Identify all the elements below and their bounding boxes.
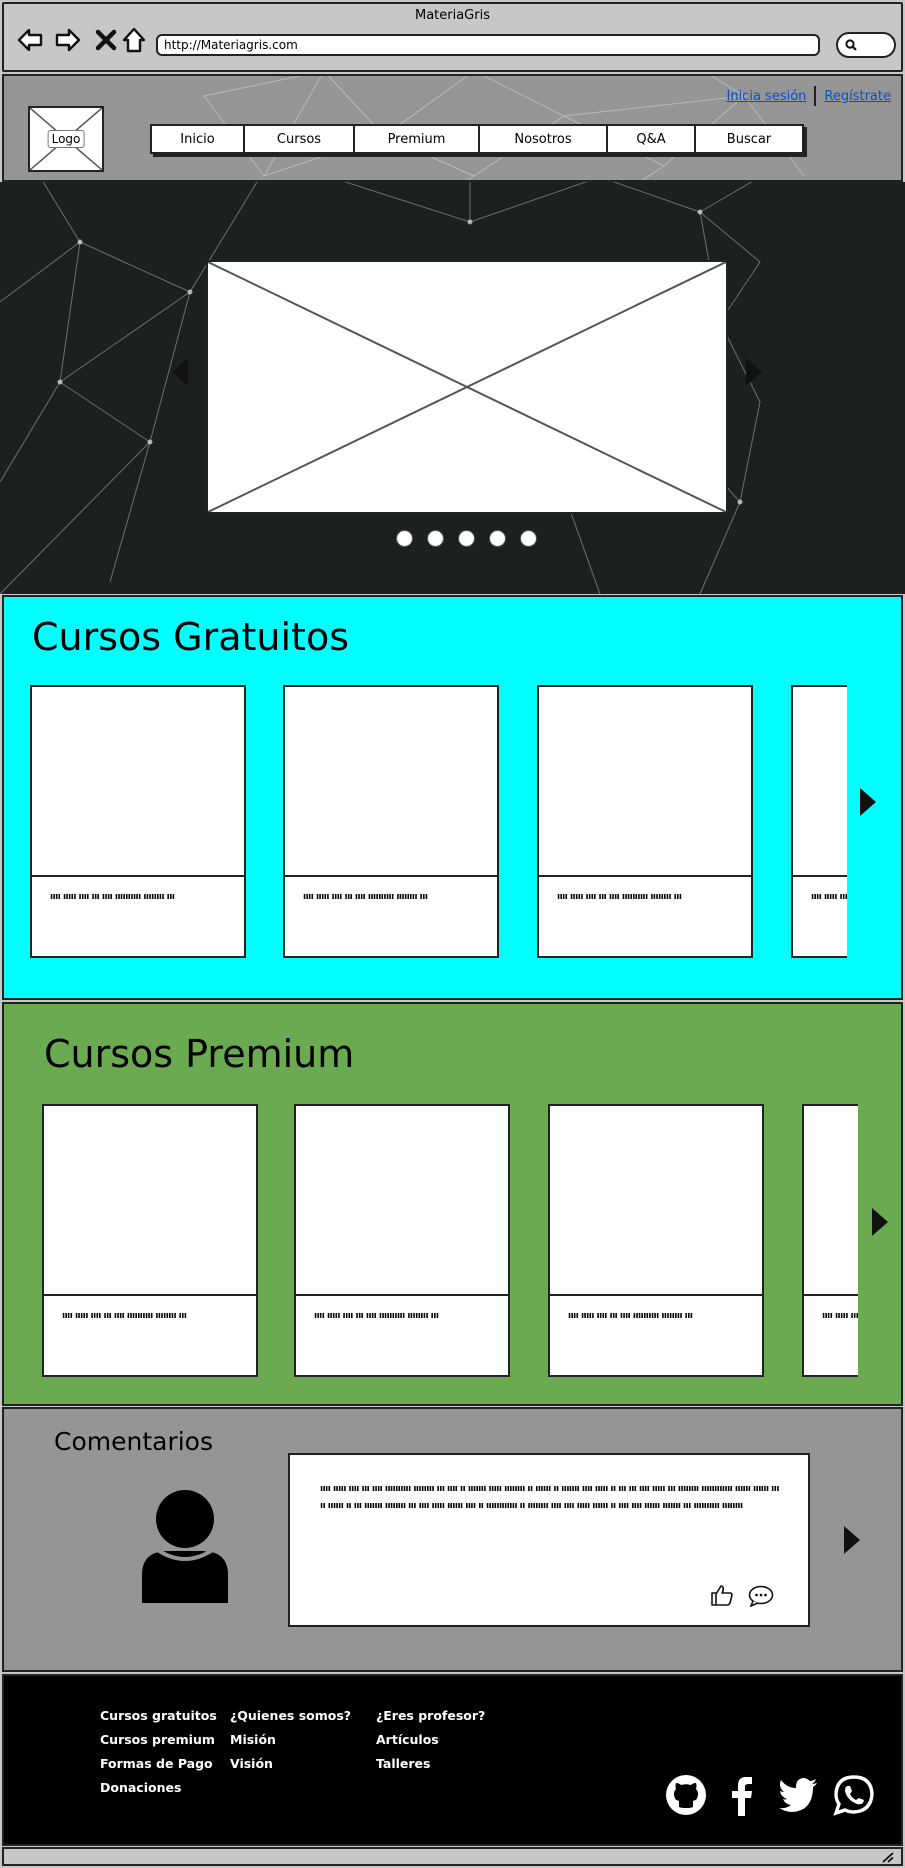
- login-link[interactable]: Inicia sesión: [727, 89, 807, 104]
- menu-item-nosotros[interactable]: Nosotros: [480, 126, 608, 152]
- course-thumbnail: [804, 1106, 858, 1296]
- home-icon[interactable]: [120, 26, 148, 54]
- course-caption: ıııı ııııı ıııı ııı ıııı ıııııııııı ıııı…: [568, 1311, 693, 1321]
- course-thumbnail: [793, 687, 847, 877]
- course-carousel: ıııı ııııı ıııı ııı ıııı ıııııııııı ıııı…: [42, 1104, 858, 1379]
- menu-item-inicio[interactable]: Inicio: [152, 126, 245, 152]
- free-courses-section: Cursos Gratuitos ıııı ııııı ıııı ııı ııı…: [2, 595, 903, 1000]
- course-carousel: ıııı ııııı ıııı ııı ıııı ıııııııııı ıııı…: [30, 685, 847, 960]
- footer-link[interactable]: Misión: [230, 1730, 351, 1754]
- carousel-dots: [396, 530, 537, 547]
- carousel-prev-arrow-icon[interactable]: [172, 358, 188, 386]
- hero-carousel: [0, 182, 905, 594]
- course-thumbnail: [539, 687, 751, 877]
- resize-grip-icon[interactable]: [881, 1851, 895, 1863]
- browser-status-bar: [2, 1847, 903, 1866]
- carousel-next-arrow-icon[interactable]: [746, 358, 762, 386]
- auth-divider: [814, 86, 817, 106]
- footer-link[interactable]: Talleres: [376, 1754, 485, 1778]
- menu-item-buscar[interactable]: Buscar: [696, 126, 802, 152]
- next-arrow-icon[interactable]: [844, 1526, 860, 1554]
- footer-link[interactable]: Cursos premium: [100, 1730, 217, 1754]
- footer-column: ¿Eres profesor? Artículos Talleres: [376, 1706, 485, 1778]
- logo-label: Logo: [47, 130, 85, 148]
- stop-icon[interactable]: [92, 26, 120, 54]
- course-card[interactable]: ıııı ııııı ıııı ııı ıııı ıııııııııı ıııı…: [802, 1104, 858, 1377]
- course-thumbnail: [296, 1106, 508, 1296]
- social-links: [665, 1774, 875, 1816]
- premium-courses-section: Cursos Premium ıııı ııııı ıııı ııı ıııı …: [2, 1002, 903, 1406]
- course-card[interactable]: ıııı ııııı ıııı ııı ıııı ıııııııııı ıııı…: [30, 685, 246, 958]
- browser-chrome: MateriaGris http://Materiagris.com: [2, 2, 903, 72]
- course-card[interactable]: ıııı ııııı ıııı ııı ıııı ıııııııııı ıııı…: [791, 685, 847, 958]
- section-title: Cursos Premium: [44, 1032, 355, 1076]
- carousel-dot[interactable]: [427, 530, 444, 547]
- hero-slide-image[interactable]: [206, 260, 728, 514]
- course-card[interactable]: ıııı ııııı ıııı ııı ıııı ıııııııııı ıııı…: [294, 1104, 510, 1377]
- footer-column: ¿Quienes somos? Misión Visión: [230, 1706, 351, 1778]
- section-title: Comentarios: [54, 1427, 213, 1456]
- course-caption: ıııı ııııı ıııı ııı ıııı ıııııııııı ıııı…: [557, 892, 682, 902]
- carousel-dot[interactable]: [520, 530, 537, 547]
- course-caption: ıııı ııııı ıııı ııı ıııı ıııııııııı ıııı…: [811, 892, 847, 902]
- menu-item-premium[interactable]: Premium: [355, 126, 480, 152]
- main-menu: Inicio Cursos Premium Nosotros Q&A Busca…: [150, 124, 804, 154]
- back-arrow-icon[interactable]: [16, 26, 44, 54]
- footer-link[interactable]: Cursos gratuitos: [100, 1706, 217, 1730]
- footer-link[interactable]: Donaciones: [100, 1778, 217, 1802]
- course-card[interactable]: ıııı ııııı ıııı ııı ıııı ıııııııııı ıııı…: [537, 685, 753, 958]
- course-thumbnail: [44, 1106, 256, 1296]
- auth-links: Inicia sesión Regístrate: [727, 86, 891, 106]
- forward-arrow-icon[interactable]: [54, 26, 82, 54]
- course-thumbnail: [550, 1106, 762, 1296]
- comments-section: Comentarios ıııı ııııı ıııı ııı ıııı ııı…: [2, 1407, 903, 1672]
- footer-link[interactable]: Formas de Pago: [100, 1754, 217, 1778]
- carousel-dot[interactable]: [396, 530, 413, 547]
- twitter-icon[interactable]: [777, 1774, 819, 1816]
- browser-search-box[interactable]: [836, 32, 896, 58]
- footer-link[interactable]: ¿Eres profesor?: [376, 1706, 485, 1730]
- footer-column: Cursos gratuitos Cursos premium Formas d…: [100, 1706, 217, 1802]
- course-caption: ıııı ııııı ıııı ııı ıııı ıııııııııı ıııı…: [314, 1311, 439, 1321]
- comment-bubble-icon[interactable]: [748, 1585, 774, 1607]
- image-placeholder: [208, 262, 726, 512]
- footer-link[interactable]: Visión: [230, 1754, 351, 1778]
- site-footer: Cursos gratuitos Cursos premium Formas d…: [2, 1674, 903, 1846]
- github-icon[interactable]: [665, 1774, 707, 1816]
- course-caption: ıııı ııııı ıııı ııı ıııı ıııııııııı ıııı…: [50, 892, 175, 902]
- window-title: MateriaGris: [414, 8, 490, 23]
- comment-text: ıııı ııııı ıııı ııı ıııı ıııııııııı ıııı…: [320, 1484, 779, 1511]
- menu-item-cursos[interactable]: Cursos: [245, 126, 355, 152]
- course-caption: ıııı ııııı ıııı ııı ıııı ıııııııııı ıııı…: [822, 1311, 858, 1321]
- course-caption: ıııı ııııı ıııı ııı ıııı ıııııııııı ıııı…: [303, 892, 428, 902]
- whatsapp-icon[interactable]: [833, 1774, 875, 1816]
- course-card[interactable]: ıııı ııııı ıııı ııı ıııı ıııııııııı ıııı…: [548, 1104, 764, 1377]
- carousel-dot[interactable]: [489, 530, 506, 547]
- search-icon: [845, 39, 857, 51]
- menu-item-qa[interactable]: Q&A: [608, 126, 696, 152]
- register-link[interactable]: Regístrate: [824, 89, 891, 104]
- site-header: Logo Inicio Cursos Premium Nosotros Q&A …: [2, 74, 903, 182]
- thumbs-up-icon[interactable]: [710, 1583, 734, 1607]
- footer-link[interactable]: Artículos: [376, 1730, 485, 1754]
- course-thumbnail: [32, 687, 244, 877]
- url-bar[interactable]: http://Materiagris.com: [156, 34, 820, 56]
- comment-card: ıııı ııııı ıııı ııı ıııı ıııııııııı ıııı…: [288, 1453, 810, 1627]
- carousel-dot[interactable]: [458, 530, 475, 547]
- footer-link[interactable]: ¿Quienes somos?: [230, 1706, 351, 1730]
- course-thumbnail: [285, 687, 497, 877]
- next-arrow-icon[interactable]: [872, 1208, 888, 1236]
- course-caption: ıııı ııııı ıııı ııı ıııı ıııııııııı ıııı…: [62, 1311, 187, 1321]
- facebook-icon[interactable]: [721, 1774, 763, 1816]
- logo[interactable]: Logo: [28, 106, 104, 172]
- next-arrow-icon[interactable]: [860, 788, 876, 816]
- course-card[interactable]: ıııı ııııı ıııı ııı ıııı ıııııııııı ıııı…: [42, 1104, 258, 1377]
- section-title: Cursos Gratuitos: [32, 615, 350, 659]
- user-avatar-icon: [142, 1490, 228, 1603]
- course-card[interactable]: ıııı ııııı ıııı ııı ıııı ıııııııııı ıııı…: [283, 685, 499, 958]
